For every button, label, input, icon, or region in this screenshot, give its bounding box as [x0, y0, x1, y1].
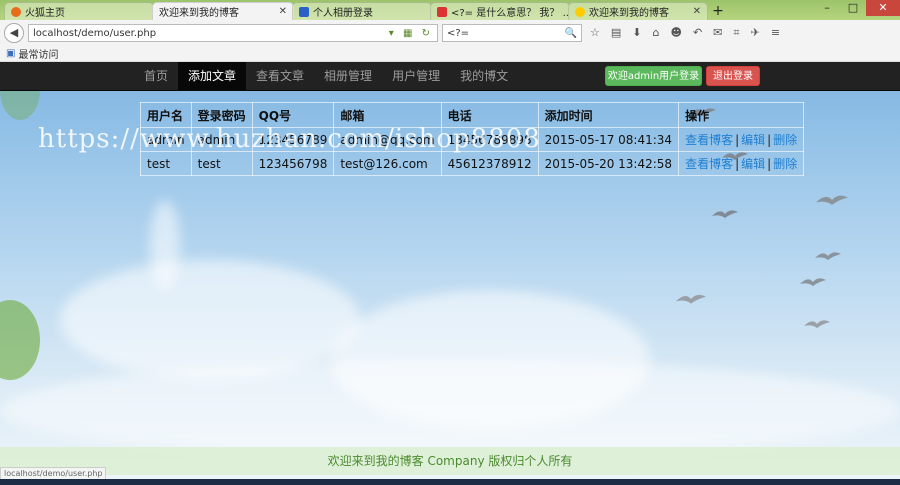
new-tab-button[interactable]: + — [708, 2, 728, 20]
delete-link[interactable]: 删除 — [773, 133, 797, 147]
browser-toolbar: ☆ ▤ ⬇ ⌂ ☻ ↶ ✉ ⌗ ✈ ≡ — [590, 26, 780, 40]
edit-link[interactable]: 编辑 — [741, 133, 765, 147]
reader-icon[interactable]: ▤ — [611, 26, 621, 40]
address-bar[interactable]: localhost/demo/user.php ▾ ▦ ↻ — [28, 24, 438, 42]
cell-username: test — [140, 151, 192, 176]
tree-leaves — [0, 300, 40, 380]
action-separator: | — [735, 133, 740, 147]
nav-item-user-management[interactable]: 用户管理 — [382, 62, 450, 90]
browser-tab[interactable]: 火狐主页 — [4, 2, 154, 20]
cell-qq: 123456798 — [251, 151, 335, 176]
browser-tab-active[interactable]: 欢迎来到我的博客 ✕ — [152, 2, 294, 20]
cell-email: test@126.com — [333, 151, 442, 176]
action-separator: | — [735, 157, 740, 171]
tab-label: 火狐主页 — [25, 8, 65, 19]
browser-nav-bar: ◀ localhost/demo/user.php ▾ ▦ ↻ <?= 🔍 ☆ … — [0, 20, 900, 47]
message-icon[interactable]: ✉ — [713, 26, 722, 40]
browser-tab-bar: 火狐主页 欢迎来到我的博客 ✕ 个人相册登录 <?= 是什么意思？ 我？ ...… — [0, 0, 900, 20]
page-icon — [299, 6, 309, 17]
os-taskbar — [0, 479, 900, 485]
welcome-admin-button[interactable]: 欢迎admin用户登录 — [605, 66, 702, 86]
crop-icon[interactable]: ⌗ — [733, 26, 739, 40]
site-menu: 首页 添加文章 查看文章 相册管理 用户管理 我的博文 — [134, 62, 518, 90]
column-header-added-time: 添加时间 — [537, 102, 680, 128]
cell-actions: 查看博客 | 编辑 | 删除 — [678, 127, 805, 152]
page-footer: 欢迎来到我的博客 Company 版权归个人所有 — [0, 447, 900, 475]
minimize-button[interactable]: – — [814, 0, 840, 16]
site-navbar: 首页 添加文章 查看文章 相册管理 用户管理 我的博文 欢迎admin用户登录 … — [0, 62, 900, 91]
search-icon[interactable]: 🔍 — [565, 28, 577, 39]
cell-password: test — [190, 151, 253, 176]
maximize-button[interactable]: □ — [840, 0, 866, 16]
action-separator: | — [767, 157, 772, 171]
bookmarks-bar: ▣ 最常访问 — [0, 46, 900, 62]
bird-icon — [815, 252, 841, 260]
search-query[interactable]: <?= — [447, 28, 565, 39]
bird-icon — [804, 320, 830, 328]
back-arrow-icon[interactable]: ◀ — [4, 23, 24, 43]
cell-phone: 45612378912 — [440, 151, 539, 176]
tab-label: <?= 是什么意思？ 我？ ... — [451, 8, 570, 19]
table-row: test test 123456798 test@126.com 4561237… — [140, 151, 805, 176]
browser-tab[interactable]: 欢迎来到我的博客 ✕ — [568, 2, 708, 20]
nav-item-home[interactable]: 首页 — [134, 62, 178, 90]
view-blog-link[interactable]: 查看博客 — [685, 133, 733, 147]
address-bar-icons: ▾ ▦ ↻ — [388, 27, 433, 39]
bird-icon — [800, 278, 826, 286]
close-icon[interactable]: ✕ — [693, 6, 701, 17]
bird-icon — [816, 195, 848, 205]
firefox-icon — [11, 6, 21, 17]
search-input[interactable]: <?= 🔍 — [442, 24, 582, 42]
page-icon — [437, 6, 447, 17]
nav-item-view-articles[interactable]: 查看文章 — [246, 62, 314, 90]
logout-button[interactable]: 退出登录 — [706, 66, 760, 86]
undo-icon[interactable]: ↶ — [693, 26, 702, 40]
cell-added-time: 2015-05-17 08:41:34 — [537, 127, 680, 152]
bookmark-folder-icon: ▣ — [6, 48, 16, 59]
browser-tab[interactable]: <?= 是什么意思？ 我？ ... — [430, 2, 570, 20]
home-icon[interactable]: ⌂ — [653, 26, 660, 40]
nav-item-my-posts[interactable]: 我的博文 — [450, 62, 518, 90]
page-icon — [575, 6, 585, 17]
delete-link[interactable]: 删除 — [773, 157, 797, 171]
watermark-overlay: https://www.huzhan.com/ishop8808 — [38, 124, 541, 154]
chat-icon[interactable]: ☻ — [670, 26, 681, 40]
bird-icon — [676, 294, 706, 304]
menu-icon[interactable]: ≡ — [771, 26, 780, 40]
bookmark-star-icon[interactable]: ☆ — [590, 26, 600, 40]
browser-tab[interactable]: 个人相册登录 — [292, 2, 432, 20]
view-blog-link[interactable]: 查看博客 — [685, 157, 733, 171]
bird-icon — [712, 210, 738, 218]
mail-icon[interactable]: ✈ — [751, 26, 760, 40]
tab-label: 欢迎来到我的博客 — [159, 8, 239, 19]
cell-added-time: 2015-05-20 13:42:58 — [537, 151, 680, 176]
window-close-button[interactable]: ✕ — [866, 0, 900, 16]
nav-item-album-management[interactable]: 相册管理 — [314, 62, 382, 90]
cell-actions: 查看博客 | 编辑 | 删除 — [678, 151, 805, 176]
edit-link[interactable]: 编辑 — [741, 157, 765, 171]
download-icon[interactable]: ⬇ — [632, 26, 641, 40]
background-cloud — [0, 360, 900, 460]
bookmark-most-visited[interactable]: 最常访问 — [18, 46, 58, 61]
column-header-actions: 操作 — [678, 102, 805, 128]
url-text[interactable]: localhost/demo/user.php — [33, 28, 389, 39]
tab-label: 个人相册登录 — [313, 8, 373, 19]
window-controls: – □ ✕ — [814, 0, 900, 16]
action-separator: | — [767, 133, 772, 147]
close-icon[interactable]: ✕ — [279, 6, 287, 17]
tab-label: 欢迎来到我的博客 — [589, 8, 669, 19]
nav-item-add-article[interactable]: 添加文章 — [178, 62, 247, 90]
background-cloud — [150, 200, 180, 290]
